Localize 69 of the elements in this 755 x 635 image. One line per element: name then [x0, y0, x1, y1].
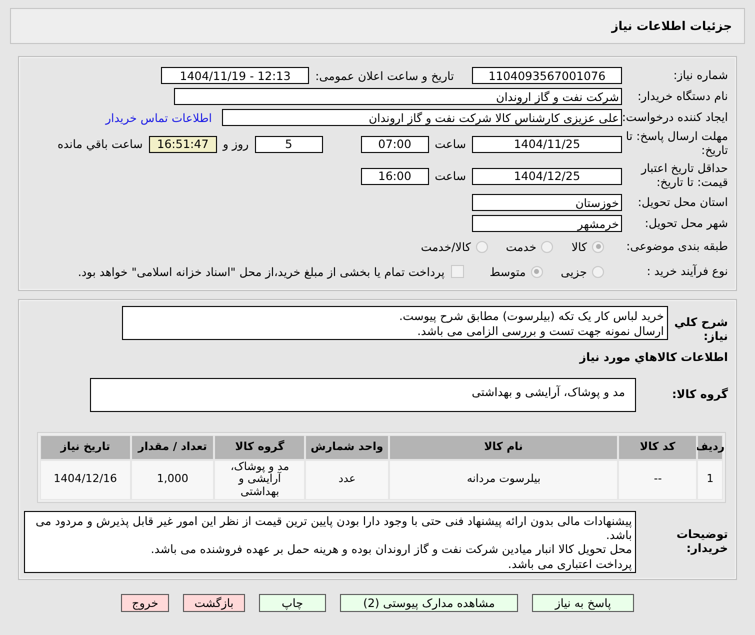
field-label: تاریخ و ساعت اعلان عمومی:: [315, 68, 454, 82]
option-label: کالا: [571, 240, 587, 254]
checkbox[interactable]: [450, 265, 464, 278]
description-line: خرید لباس کار یک تکه (بیلرسوت) مطابق شرح پیوست.: [398, 309, 664, 324]
days-field: 5: [254, 136, 323, 152]
group-cell: مد و پوشاک، آرایشی و بهداشتی: [214, 460, 306, 500]
option-label: خدمت: [506, 240, 536, 254]
action-button[interactable]: چاپ: [258, 594, 326, 612]
field-label: حداقل تاریخ اعتبار قیمت: تا تاریخ:: [640, 162, 728, 190]
requester-field: علی عزیزی کارشناس کالا شرکت نفت و گاز اروندان: [222, 109, 622, 126]
field-label: ساعت باقي مانده: [58, 137, 143, 151]
option-label: متوسط: [490, 264, 526, 278]
column-header: تعداد / مقدار: [130, 434, 214, 460]
field-label: ساعت: [434, 169, 466, 183]
action-button[interactable]: بازگشت: [183, 594, 245, 612]
field-label: مهلت ارسال پاسخ: تا تاریخ:: [624, 130, 728, 158]
field-label: شرح کلي نیاز:: [673, 316, 728, 344]
radio-button[interactable]: [592, 266, 604, 278]
field-label: ایجاد کننده درخواست:: [622, 110, 728, 124]
code-cell: --: [618, 460, 698, 500]
field-label: استان محل تحویل:: [636, 196, 728, 210]
field-label: شهر محل تحویل:: [644, 216, 728, 230]
remaining-time-field: 16:51:47: [148, 136, 217, 152]
column-header: کد کالا: [618, 434, 697, 460]
field-label: گروه کالا:: [671, 388, 728, 402]
row-number-cell: 1: [697, 460, 723, 500]
radio-button[interactable]: [530, 266, 543, 278]
quantity-cell: 1,000: [130, 460, 214, 500]
column-header: گروه کالا: [214, 434, 306, 460]
column-header: تاریخ نیاز: [40, 434, 131, 460]
description-line: ارسال نمونه جهت تست و بررسی الزامی می باشد.: [416, 324, 664, 339]
field-label: توضیحات خریدار:: [676, 528, 728, 556]
buyer-name-field: شرکت نفت و گاز اروندان: [174, 88, 622, 105]
deadline-date-field: 1404/11/25: [472, 136, 622, 152]
action-button[interactable]: خروج: [120, 594, 170, 612]
field-label: نام دستگاه خریدار:: [636, 90, 728, 104]
buyer-contact-link[interactable]: اطلاعات تماس خریدار: [105, 110, 212, 124]
date-cell: 1404/12/16: [40, 460, 131, 500]
unit-cell: عدد: [305, 460, 389, 500]
column-header: نام کالا: [388, 434, 618, 460]
notes-paragraph: محل تحویل کالا انبار میادین شرکت نفت و گاز اروندان بوده و هرینه حمل بر عهده فروشنده می باشد.: [150, 542, 632, 557]
action-button[interactable]: پاسخ به نیاز: [532, 594, 634, 612]
province-field: خوزستان: [472, 194, 622, 211]
field-label: طبقه بندی موضوعی:: [625, 240, 728, 254]
city-field: خرمشهر: [472, 215, 622, 232]
name-cell: بیلرسوت مردانه: [388, 460, 618, 500]
field-label: نوع فرآیند خرید :: [646, 264, 728, 278]
field-label: ساعت: [434, 137, 466, 151]
need-number-field: 1104093567001076: [472, 67, 622, 84]
notes-paragraph: پرداخت اعتباری می باشد.: [506, 556, 632, 572]
notes-paragraph: پیشنهادات مالی بدون ارائه پیشنهاد فنی حتی با وجود دارا بودن پایین ترین قیمت از نظر این امور غیر قابل پذیرش و مردود می باشد.: [34, 514, 632, 542]
action-button[interactable]: مشاهده مدارک پیوستی (2): [340, 594, 518, 612]
radio-button[interactable]: [476, 240, 488, 252]
page-title: جزئیات اطلاعات نیاز: [611, 19, 732, 33]
validity-date-field: 1404/12/25: [472, 168, 622, 184]
option-label: جزیی: [560, 264, 587, 278]
field-label: روز و: [222, 137, 249, 151]
column-header: ردیف: [697, 434, 723, 460]
checkbox-label: پرداخت تمام یا بخشی از مبلغ خرید،از محل "اسناد خزانه اسلامی" خواهد بود.: [78, 264, 445, 278]
column-header: واحد شمارش: [305, 434, 389, 460]
radio-button[interactable]: [541, 240, 554, 252]
option-label: کالا/خدمت: [420, 240, 471, 254]
announce-date-field: 1404/11/19 - 12:13: [161, 67, 310, 84]
field-label: شماره نیاز:: [672, 68, 728, 82]
deadline-time-field: 07:00: [360, 136, 429, 152]
validity-time-field: 16:00: [360, 168, 429, 184]
radio-button[interactable]: [592, 240, 604, 252]
section-title: اطلاعات کالاهاي مورد نیاز: [578, 350, 729, 364]
goods-group-text: مد و پوشاک، آرایشی و بهداشتی: [470, 384, 625, 400]
